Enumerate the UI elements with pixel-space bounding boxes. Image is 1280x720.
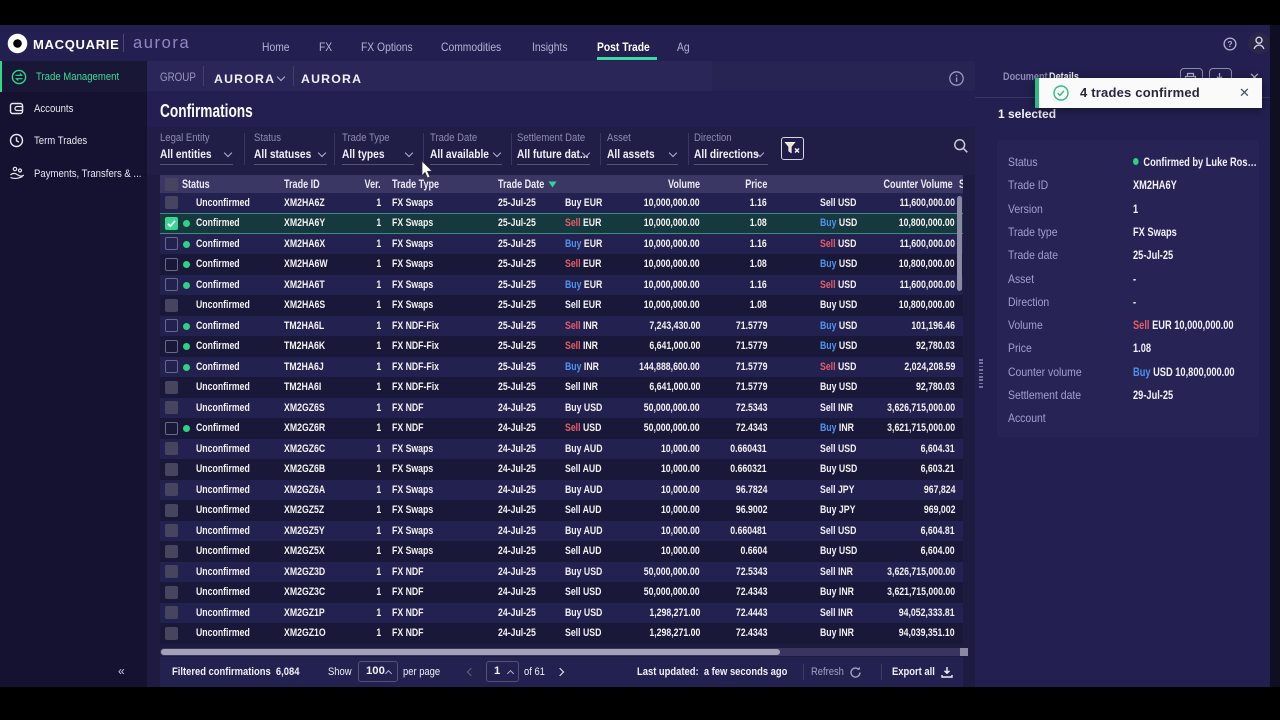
- svg-text:?: ?: [1227, 39, 1232, 49]
